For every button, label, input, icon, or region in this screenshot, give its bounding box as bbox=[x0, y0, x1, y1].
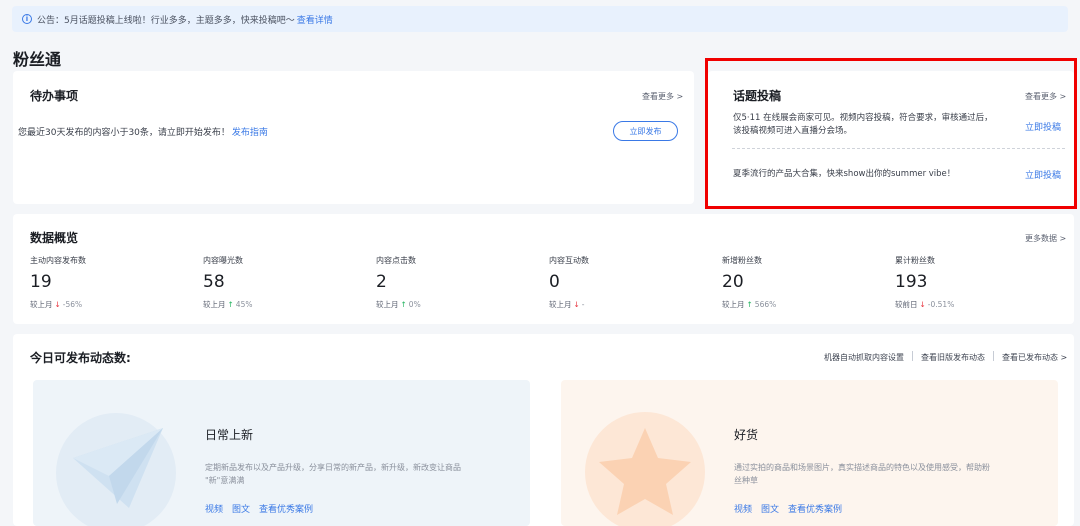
today-publish-title: 今日可发布动态数: bbox=[30, 351, 131, 365]
video-link[interactable]: 视频 bbox=[205, 502, 223, 515]
good-goods-panel: 好货 通过实拍的商品和场景图片，真实描述商品的特色以及使用感受，帮助粉 丝种草 … bbox=[561, 380, 1058, 526]
more-data-link[interactable]: 更多数据 > bbox=[1025, 233, 1066, 244]
stat-label: 内容曝光数 bbox=[203, 256, 243, 265]
stat-compare-label: 较上月 bbox=[376, 300, 399, 309]
panel-title: 好货 bbox=[734, 428, 759, 442]
stat-value: 20 bbox=[722, 272, 744, 292]
stat-value: 193 bbox=[895, 272, 928, 292]
daily-new-panel: 日常上新 定期新品发布以及产品升级，分享日常的新产品，新升级，新改变让商品 "新… bbox=[33, 380, 530, 526]
page-title: 粉丝通 bbox=[13, 50, 62, 69]
publish-now-button[interactable]: 立即发布 bbox=[613, 121, 678, 141]
panel-desc-line: 通过实拍的商品和场景图片，真实描述商品的特色以及使用感受，帮助粉 bbox=[734, 463, 990, 472]
announcement-text: 公告：5月话题投稿上线啦！行业多多，主题多多，快来投稿吧～ bbox=[37, 15, 295, 26]
todo-more-link[interactable]: 查看更多 > bbox=[642, 91, 683, 102]
arrow-down-icon: ↓ bbox=[919, 300, 926, 309]
todo-message-text: 您最近30天发布的内容小于30条，请立即开始发布！ bbox=[18, 128, 230, 138]
image-text-link[interactable]: 图文 bbox=[232, 502, 250, 515]
stat-label: 累计粉丝数 bbox=[895, 256, 935, 265]
announcement-bar: i 公告：5月话题投稿上线啦！行业多多，主题多多，快来投稿吧～ 查看详情 bbox=[12, 6, 1068, 32]
panel-desc-line: 丝种草 bbox=[734, 476, 758, 485]
view-examples-link[interactable]: 查看优秀案例 bbox=[259, 502, 313, 515]
stat-label: 主动内容发布数 bbox=[30, 256, 86, 265]
stat-compare: 较上月 ↑ 566% bbox=[722, 299, 776, 310]
stat-compare: 较上月 ↓ -56% bbox=[30, 299, 82, 310]
announcement-details-link[interactable]: 查看详情 bbox=[297, 13, 333, 26]
todo-message: 您最近30天发布的内容小于30条，请立即开始发布！ 发布指南 bbox=[18, 125, 268, 138]
stat-value: 0 bbox=[549, 272, 560, 292]
stat-label: 内容互动数 bbox=[549, 256, 589, 265]
divider bbox=[993, 351, 994, 361]
panel-desc-line: "新"意满满 bbox=[205, 476, 245, 485]
panel-desc-line: 定期新品发布以及产品升级，分享日常的新产品，新升级，新改变让商品 bbox=[205, 463, 461, 472]
stat-pct: -0.51% bbox=[927, 300, 955, 309]
image-text-link[interactable]: 图文 bbox=[761, 502, 779, 515]
stat-pct: 566% bbox=[754, 300, 777, 309]
arrow-up-icon: ↑ bbox=[746, 300, 753, 309]
highlight-frame bbox=[705, 58, 1077, 209]
stat-compare-label: 较前日 bbox=[895, 300, 918, 309]
auto-crawl-settings-link[interactable]: 机器自动抓取内容设置 bbox=[824, 352, 904, 363]
arrow-up-icon: ↑ bbox=[400, 300, 407, 309]
stat-pct: - bbox=[581, 300, 585, 309]
stat-value: 19 bbox=[30, 272, 52, 292]
publish-guide-link[interactable]: 发布指南 bbox=[232, 128, 268, 138]
stat-label: 新增粉丝数 bbox=[722, 256, 762, 265]
panel-title: 日常上新 bbox=[205, 428, 254, 442]
arrow-up-icon: ↑ bbox=[227, 300, 234, 309]
stat-compare-label: 较上月 bbox=[30, 300, 53, 309]
arrow-down-icon: ↓ bbox=[573, 300, 580, 309]
stat-label: 内容点击数 bbox=[376, 256, 416, 265]
stat-pct: 0% bbox=[408, 300, 421, 309]
stat-pct: 45% bbox=[235, 300, 253, 309]
arrow-down-icon: ↓ bbox=[54, 300, 61, 309]
stat-compare: 较上月 ↑ 45% bbox=[203, 299, 252, 310]
stat-value: 58 bbox=[203, 272, 225, 292]
data-overview-title: 数据概览 bbox=[30, 231, 79, 245]
published-link[interactable]: 查看已发布动态 > bbox=[1002, 352, 1067, 363]
info-icon: i bbox=[22, 14, 32, 24]
panel-desc: 通过实拍的商品和场景图片，真实描述商品的特色以及使用感受，帮助粉 丝种草 bbox=[734, 461, 990, 487]
stat-pct: -56% bbox=[62, 300, 83, 309]
stat-compare-label: 较上月 bbox=[549, 300, 572, 309]
view-examples-link[interactable]: 查看优秀案例 bbox=[788, 502, 842, 515]
stat-compare: 较前日 ↓ -0.51% bbox=[895, 299, 954, 310]
panel-desc: 定期新品发布以及产品升级，分享日常的新产品，新升级，新改变让商品 "新"意满满 bbox=[205, 461, 461, 487]
video-link[interactable]: 视频 bbox=[734, 502, 752, 515]
todo-title: 待办事项 bbox=[30, 89, 79, 103]
stat-compare-label: 较上月 bbox=[722, 300, 745, 309]
stat-compare: 较上月 ↑ 0% bbox=[376, 299, 421, 310]
stat-compare-label: 较上月 bbox=[203, 300, 226, 309]
stat-compare: 较上月 ↓ - bbox=[549, 299, 585, 310]
stat-value: 2 bbox=[376, 272, 387, 292]
divider bbox=[912, 351, 913, 361]
old-publish-link[interactable]: 查看旧版发布动态 bbox=[921, 352, 985, 363]
